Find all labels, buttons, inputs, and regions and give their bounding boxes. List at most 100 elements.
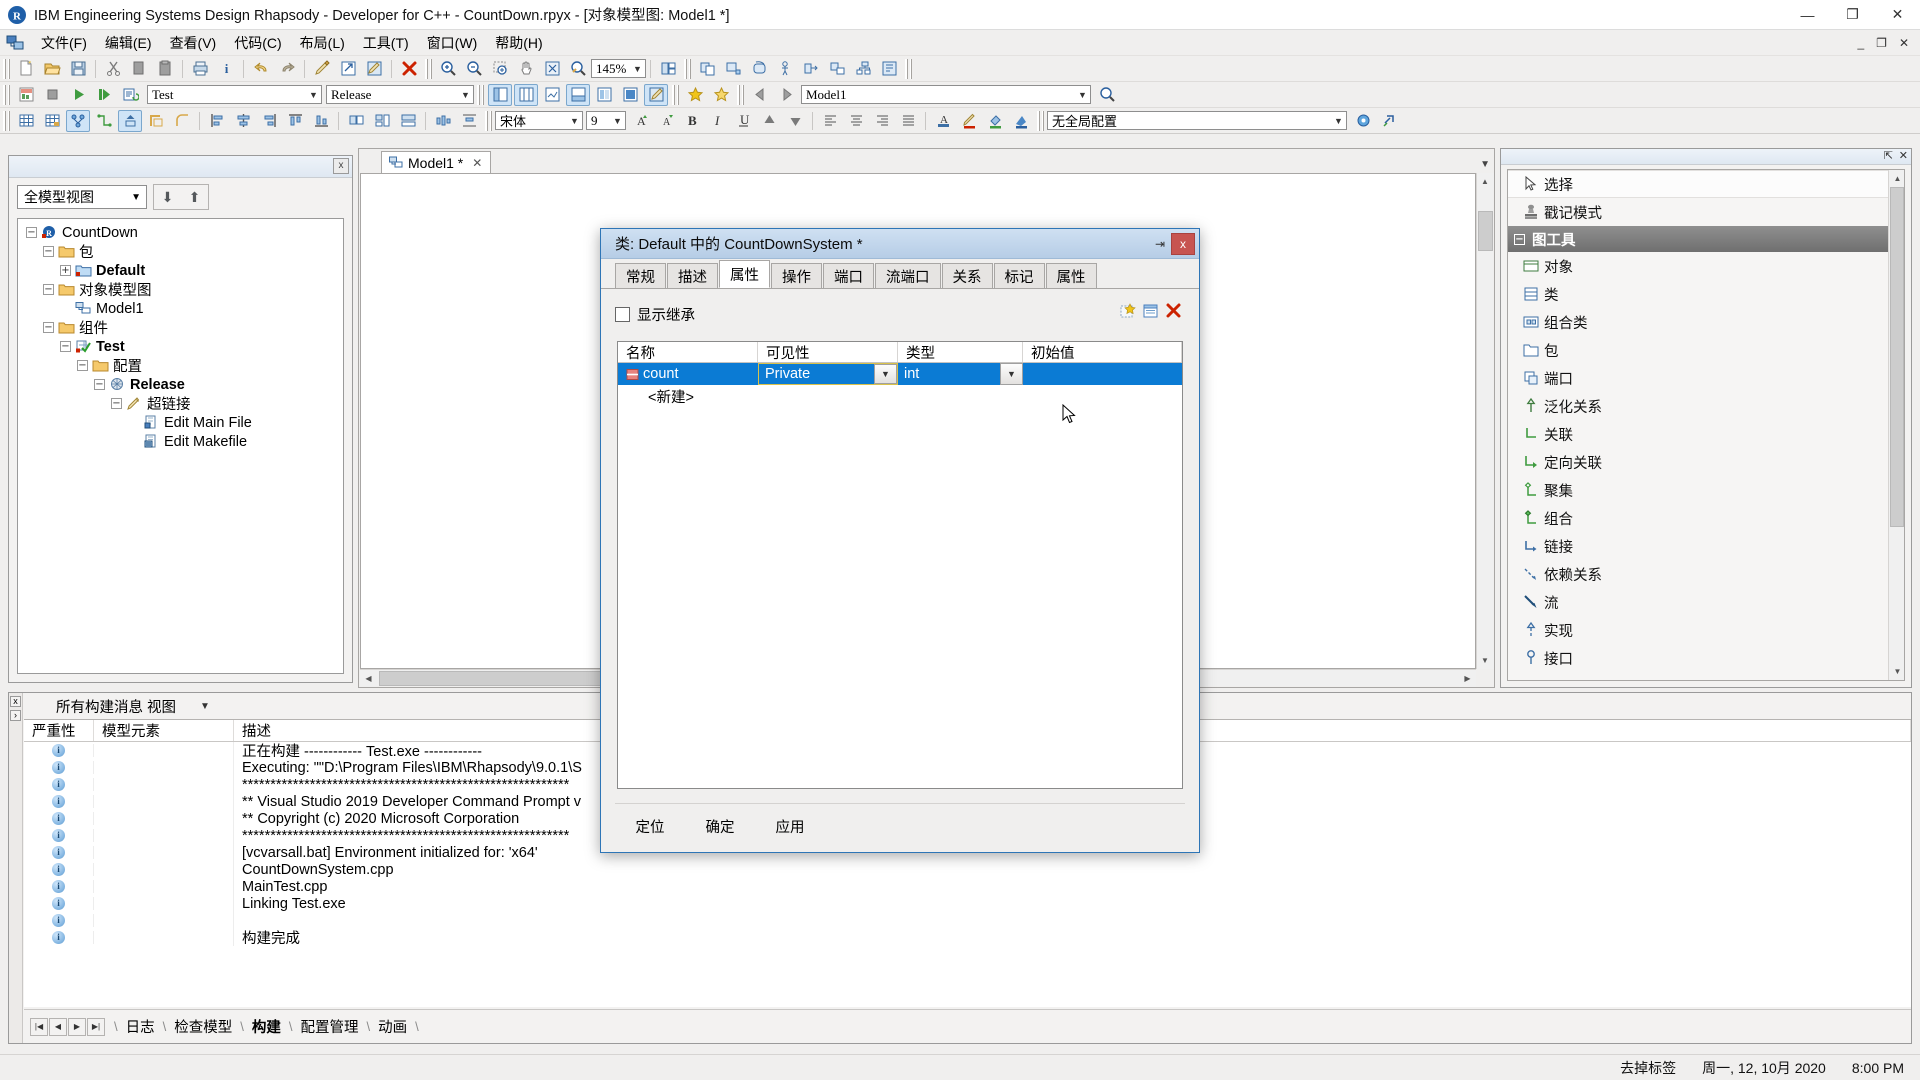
scroll-down-icon[interactable]: ▼ <box>1476 652 1494 669</box>
output-row[interactable]: i Linking Test.exe <box>24 895 1911 912</box>
copy-icon[interactable] <box>127 58 151 80</box>
first-tab-icon[interactable]: |◀ <box>30 1017 48 1036</box>
font-size-combo[interactable]: 9 ▼ <box>586 111 626 130</box>
font-name-combo[interactable]: 宋体 ▼ <box>495 111 583 130</box>
new-icon[interactable] <box>14 58 38 80</box>
tree-item-model1[interactable]: Model1 <box>20 299 343 318</box>
tree-item-超链接[interactable]: − 超链接 <box>20 394 343 413</box>
sequence-diagram-icon[interactable] <box>799 58 823 80</box>
palette-item-aggregation[interactable]: 聚集 <box>1508 476 1888 504</box>
view-selector-combo[interactable]: 全模型视图 ▼ <box>17 185 147 209</box>
grid-show-icon[interactable] <box>14 110 38 132</box>
distribute-v-icon[interactable] <box>457 110 481 132</box>
build-run-icon[interactable] <box>92 84 116 106</box>
output-row[interactable]: i CountDownSystem.cpp <box>24 861 1911 878</box>
save-icon[interactable] <box>66 58 90 80</box>
palette-item-dependency[interactable]: 依赖关系 <box>1508 560 1888 588</box>
menu-edit[interactable]: 编辑(E) <box>96 31 161 55</box>
tab-model1[interactable]: Model1 * ✕ <box>381 151 492 173</box>
line-color-icon[interactable]: A <box>931 110 955 132</box>
text-align-left-icon[interactable] <box>818 110 842 132</box>
palette-item-composite-class[interactable]: 组合类 <box>1508 308 1888 336</box>
link-rectilinear-icon[interactable] <box>92 110 116 132</box>
fill-color-icon[interactable] <box>983 110 1007 132</box>
palette-item-stamp[interactable]: 戳记模式 <box>1508 198 1888 226</box>
close-icon[interactable]: ✕ <box>472 156 482 170</box>
show-inherited-checkbox[interactable] <box>615 306 630 322</box>
configuration-combo[interactable]: Release ▼ <box>326 85 474 104</box>
tree-toggle-icon[interactable]: − <box>26 227 37 238</box>
tree-item-test[interactable]: − Test <box>20 337 343 356</box>
mdi-close-button[interactable]: ✕ <box>1894 36 1914 50</box>
dialog-tab-4[interactable]: 端口 <box>823 263 874 288</box>
bottom-tab-1[interactable]: 检查模型 <box>166 1016 240 1037</box>
info-icon[interactable]: i <box>214 58 238 80</box>
bottom-tab-4[interactable]: 动画 <box>370 1016 415 1037</box>
align-center-h-icon[interactable] <box>231 110 255 132</box>
layout-view3-icon[interactable] <box>540 84 564 106</box>
tree-toggle-icon[interactable]: − <box>43 322 54 333</box>
tab-scroll-right-icon[interactable]: ▼ <box>1480 159 1490 170</box>
cell-name[interactable]: count <box>618 363 758 385</box>
menu-layout[interactable]: 布局(L) <box>291 31 354 55</box>
last-tab-icon[interactable]: ▶| <box>87 1017 105 1036</box>
dialog-close-button[interactable]: x <box>1171 232 1195 255</box>
add-attribute-icon[interactable] <box>1118 301 1137 320</box>
layout-view5-icon[interactable] <box>592 84 616 106</box>
toolbar-grip[interactable] <box>905 58 912 79</box>
cell-visibility[interactable]: Private ▼ <box>758 363 898 385</box>
print-icon[interactable] <box>188 58 212 80</box>
round-corner-icon[interactable] <box>170 110 194 132</box>
roundtrip-icon[interactable] <box>118 84 142 106</box>
palette-item-directed-association[interactable]: 定向关联 <box>1508 448 1888 476</box>
italic-icon[interactable]: I <box>705 110 729 132</box>
menu-code[interactable]: 代码(C) <box>225 31 290 55</box>
close-button[interactable]: ✕ <box>1875 0 1920 30</box>
shrink-font-icon[interactable]: A <box>653 110 677 132</box>
edit-attribute-icon[interactable] <box>1141 301 1160 320</box>
bring-to-front-icon[interactable] <box>118 109 142 132</box>
zoom-level-icon[interactable] <box>566 58 590 80</box>
structure-diagram-icon[interactable] <box>851 58 875 80</box>
zoom-region-icon[interactable] <box>488 58 512 80</box>
scroll-up-icon[interactable]: ▲ <box>1889 170 1904 187</box>
forward-icon[interactable] <box>774 84 798 106</box>
toolbar-grip[interactable] <box>1037 110 1044 131</box>
toolbar-grip[interactable] <box>3 84 10 105</box>
back-icon[interactable] <box>748 84 772 106</box>
chevron-down-icon[interactable]: ▼ <box>874 364 897 384</box>
tree-item-对象模型图[interactable]: − 对象模型图 <box>20 280 343 299</box>
tree-toggle-icon[interactable]: − <box>43 246 54 257</box>
toolbar-grip[interactable] <box>477 84 484 105</box>
layout-view2-icon[interactable] <box>514 83 538 106</box>
panel-diagram-icon[interactable] <box>877 58 901 80</box>
tree-toggle-icon[interactable]: + <box>60 265 71 276</box>
tree-item-edit-makefile[interactable]: Edit Makefile <box>20 432 343 451</box>
undo-icon[interactable] <box>249 58 273 80</box>
cut-icon[interactable] <box>101 58 125 80</box>
scroll-down-icon[interactable]: ▼ <box>1889 663 1904 680</box>
generate-code-icon[interactable] <box>14 84 38 106</box>
palette-item-realization[interactable]: 实现 <box>1508 616 1888 644</box>
favorite-add-icon[interactable] <box>683 84 707 106</box>
attributes-table[interactable]: 名称 可见性 类型 初始值 count Private ▼ int ▼ <新建> <box>617 341 1183 789</box>
search-model-combo[interactable]: Model1 ▼ <box>801 85 1091 104</box>
open-icon[interactable] <box>40 58 64 80</box>
palette-item-interface[interactable]: 接口 <box>1508 644 1888 672</box>
diagram-vertical-scrollbar[interactable]: ▲ ▼ <box>1476 173 1494 669</box>
next-tab-icon[interactable]: ▶ <box>68 1017 86 1036</box>
component-diagram-icon[interactable] <box>825 58 849 80</box>
delete-icon[interactable] <box>397 58 421 80</box>
bold-icon[interactable]: B <box>679 110 703 132</box>
zoom-level-combo[interactable]: 145% ▼ <box>591 59 646 78</box>
zoom-out-icon[interactable] <box>462 58 486 80</box>
cell-type[interactable]: int ▼ <box>898 363 1023 385</box>
output-row[interactable]: i 构建完成 <box>24 929 1911 947</box>
locate-button[interactable]: 定位 <box>615 812 685 840</box>
actor-icon[interactable] <box>773 58 797 80</box>
pan-hand-icon[interactable] <box>514 58 538 80</box>
mdi-minimize-button[interactable]: _ <box>1852 36 1869 50</box>
tree-item-配置[interactable]: − 配置 <box>20 356 343 375</box>
palette-item-package[interactable]: 包 <box>1508 336 1888 364</box>
statechart-icon[interactable] <box>747 58 771 80</box>
